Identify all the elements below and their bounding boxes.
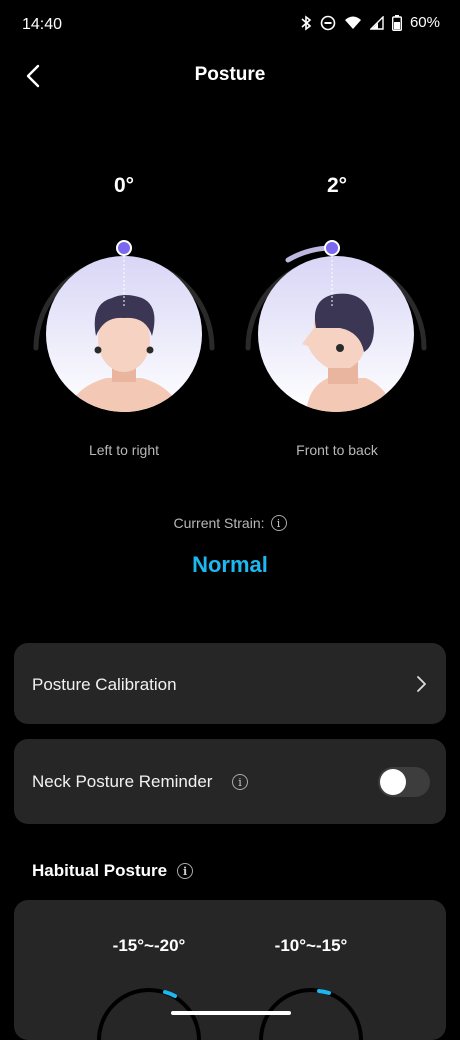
front-back-angle: 2° <box>326 174 348 197</box>
left-right-gauge <box>33 240 215 412</box>
dnd-icon <box>320 15 336 30</box>
habitual-posture-card: -15°~-20° -10°~-15° <box>14 900 446 1040</box>
habitual-gauge-left <box>97 988 201 1040</box>
status-time: 14:40 <box>22 16 63 33</box>
info-icon[interactable]: i <box>177 863 194 879</box>
habitual-range-right: -10°~-15° <box>274 936 348 955</box>
left-right-label: Left to right <box>88 442 160 458</box>
chevron-right-icon <box>417 676 426 692</box>
home-indicator[interactable] <box>171 1011 291 1015</box>
posture-calibration-row[interactable]: Posture Calibration <box>14 643 446 724</box>
left-right-indicator <box>116 240 132 256</box>
wifi-icon <box>344 16 361 29</box>
neck-posture-reminder-label: Neck Posture Reminder <box>32 772 213 791</box>
battery-icon <box>391 14 402 31</box>
current-strain-label: Current Strain: <box>173 515 265 531</box>
habitual-posture-title: Habitual Posture <box>32 861 168 880</box>
current-strain-value: Normal <box>192 552 268 577</box>
battery-percent: 60% <box>409 14 440 31</box>
neck-posture-reminder-toggle[interactable] <box>378 767 430 797</box>
habitual-gauge-right <box>259 988 363 1040</box>
left-right-angle: 0° <box>113 174 135 197</box>
info-icon[interactable]: i <box>270 515 287 531</box>
front-back-indicator <box>324 240 340 256</box>
front-back-gauge <box>245 240 427 412</box>
bluetooth-icon <box>301 14 312 31</box>
toggle-knob <box>380 769 406 795</box>
habitual-posture-header: Habitual Posture i <box>32 861 194 881</box>
signal-icon <box>369 15 384 30</box>
info-icon[interactable]: i <box>232 774 248 790</box>
posture-calibration-label: Posture Calibration <box>32 675 177 694</box>
page-title: Posture <box>194 64 266 85</box>
current-strain-row: Current Strain: i <box>0 515 460 531</box>
top-app-bar: Posture <box>0 50 460 100</box>
neck-posture-reminder-row: Neck Posture Reminder i <box>14 739 446 824</box>
status-bar: 14:40 60% <box>0 0 460 50</box>
status-icons: 60% <box>300 14 440 31</box>
habitual-range-left: -15°~-20° <box>112 936 186 955</box>
front-back-label: Front to back <box>296 442 378 458</box>
